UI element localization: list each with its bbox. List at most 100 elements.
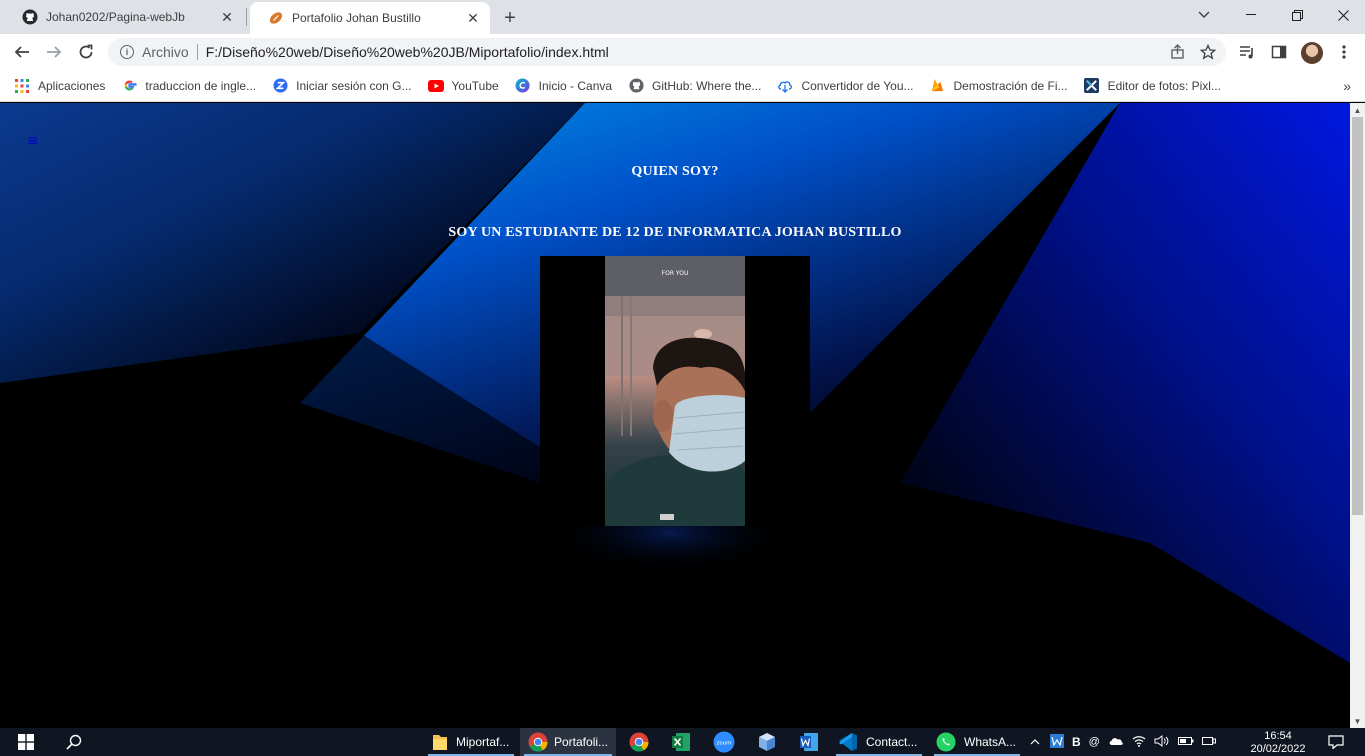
scrollbar-thumb[interactable] [1352, 117, 1363, 515]
profile-avatar[interactable] [1301, 42, 1323, 64]
close-window-icon[interactable] [1320, 0, 1365, 30]
bookmarks-bar: Aplicaciones traduccion de ingle... Inic… [0, 70, 1365, 102]
zoom-icon: zoom [713, 731, 735, 753]
taskbar-chrome[interactable] [620, 728, 658, 756]
word-icon [800, 733, 818, 751]
notifications-button[interactable] [1322, 728, 1350, 756]
chevron-more-icon[interactable]: » [1343, 78, 1351, 94]
new-tab-button[interactable]: + [498, 6, 522, 30]
bookmark-convertidor[interactable]: Convertidor de You... [777, 78, 914, 94]
search-button[interactable] [60, 728, 88, 756]
share-icon[interactable] [1170, 44, 1186, 60]
taskbar-zoom[interactable]: zoom [705, 728, 743, 756]
github-icon [22, 9, 38, 25]
tab-search-chevron-icon[interactable] [1181, 0, 1227, 30]
taskbar-explorer[interactable]: Miportaf... [424, 728, 518, 756]
forward-button[interactable] [40, 38, 68, 66]
font-tray-icon[interactable]: B [1072, 735, 1081, 749]
volume-icon[interactable] [1154, 734, 1170, 750]
vscode-icon [839, 733, 857, 751]
taskbar-vscode[interactable]: Contact... [832, 728, 926, 756]
download-cloud-icon [777, 78, 793, 94]
bookmark-firebase[interactable]: Demostración de Fi... [930, 78, 1068, 94]
bookmark-label: Convertidor de You... [801, 78, 914, 93]
bookmark-youtube[interactable]: YouTube [427, 78, 499, 94]
scroll-up-arrow-icon[interactable]: ▲ [1350, 103, 1365, 117]
tab-title: Portafolio Johan Bustillo [292, 11, 421, 25]
taskbar-label: Miportaf... [456, 735, 510, 749]
bookmark-label: YouTube [451, 78, 499, 93]
system-clock[interactable]: 16:54 20/02/2022 [1246, 730, 1310, 756]
address-url[interactable]: F:/Diseño%20web/Diseño%20web%20JB/Miport… [206, 44, 1226, 60]
back-button[interactable] [8, 38, 36, 66]
info-icon[interactable]: i [120, 45, 134, 59]
youtube-icon [427, 78, 444, 94]
bookmark-traduccion[interactable]: traduccion de ingle... [121, 78, 256, 94]
tab-github[interactable]: Johan0202/Pagina-webJb ✕ [4, 0, 244, 34]
address-divider [196, 44, 198, 60]
close-tab-icon[interactable]: ✕ [218, 8, 236, 26]
reload-button[interactable] [72, 38, 100, 66]
google-icon [121, 78, 137, 94]
tab-divider [246, 8, 247, 26]
bookmark-github[interactable]: GitHub: Where the... [628, 78, 761, 94]
firebase-icon [930, 78, 946, 94]
bookmark-label: Editor de fotos: Pixl... [1107, 78, 1221, 93]
display-tray-icon[interactable] [1201, 735, 1216, 750]
bookmark-label: GitHub: Where the... [652, 78, 762, 93]
bookmark-canva[interactable]: Inicio - Canva [515, 78, 612, 94]
box-3d-icon [759, 733, 775, 751]
chrome-icon [528, 732, 548, 752]
kebab-menu-icon[interactable] [1334, 42, 1354, 62]
restore-icon[interactable] [1274, 0, 1320, 30]
search-icon [66, 734, 82, 750]
canva-icon [515, 78, 531, 94]
taskbar-excel[interactable] [662, 728, 700, 756]
tab-title: Johan0202/Pagina-webJb [46, 10, 185, 24]
side-panel-icon[interactable] [1269, 42, 1289, 62]
minimize-icon[interactable] [1228, 0, 1274, 30]
onedrive-cloud-icon[interactable] [1108, 736, 1124, 749]
section-subheading: SOY UN ESTUDIANTE DE 12 DE INFORMATICA J… [448, 225, 902, 240]
scroll-down-arrow-icon[interactable]: ▼ [1350, 714, 1365, 728]
tab-strip: Johan0202/Pagina-webJb ✕ Portafolio Joha… [0, 0, 1365, 34]
tab-portafolio[interactable]: Portafolio Johan Bustillo ✕ [250, 2, 490, 34]
battery-icon[interactable] [1177, 736, 1194, 749]
chevron-up-icon[interactable] [1030, 736, 1040, 748]
wifi-icon[interactable] [1132, 735, 1146, 750]
taskbar-label: WhatsA... [964, 735, 1017, 749]
page-viewport: ≡ QUIEN SOY? SOY UN ESTUDIANTE DE 12 DE … [0, 103, 1350, 728]
address-bar[interactable]: i Archivo F:/Diseño%20web/Diseño%20web%2… [108, 38, 1226, 66]
taskbar-3d-app[interactable] [748, 728, 786, 756]
page-scrollbar[interactable]: ▲ ▼ [1350, 103, 1365, 728]
taskbar-whatsapp[interactable]: WhatsA... [930, 728, 1024, 756]
chrome-icon [629, 732, 649, 752]
reload-icon [79, 44, 93, 59]
email-tray-icon[interactable]: @ [1089, 736, 1100, 748]
bookmark-label: traduccion de ingle... [145, 78, 257, 93]
word-tray-icon[interactable] [1050, 733, 1064, 751]
bookmark-zoho[interactable]: Iniciar sesión con G... [272, 78, 412, 94]
media-queue-icon[interactable] [1237, 42, 1257, 62]
taskbar-chrome-portafolio[interactable]: Portafoli... [520, 728, 616, 756]
bookmark-aplicaciones[interactable]: Aplicaciones [14, 78, 105, 94]
bookmark-label: Inicio - Canva [538, 78, 613, 93]
clock-date: 20/02/2022 [1250, 743, 1306, 755]
address-scheme-label: Archivo [142, 44, 189, 60]
clock-time: 16:54 [1264, 730, 1292, 742]
section-heading: QUIEN SOY? [631, 164, 719, 179]
start-button[interactable] [12, 728, 40, 756]
taskbar-word[interactable] [790, 728, 828, 756]
whatsapp-icon [936, 732, 956, 752]
bookmark-pixlr[interactable]: Editor de fotos: Pixl... [1084, 78, 1221, 94]
hamburger-menu-icon[interactable]: ≡ [27, 133, 39, 149]
star-bookmark-icon[interactable] [1200, 44, 1216, 60]
zoho-icon [272, 78, 288, 94]
system-tray: B @ [1030, 728, 1216, 756]
browser-toolbar: i Archivo F:/Diseño%20web/Diseño%20web%2… [0, 34, 1365, 70]
back-arrow-icon [14, 46, 29, 58]
profile-photo: FOR YOU [605, 256, 745, 526]
folder-icon [433, 735, 447, 750]
close-tab-icon[interactable]: ✕ [464, 9, 482, 27]
apps-grid-icon [14, 78, 30, 94]
